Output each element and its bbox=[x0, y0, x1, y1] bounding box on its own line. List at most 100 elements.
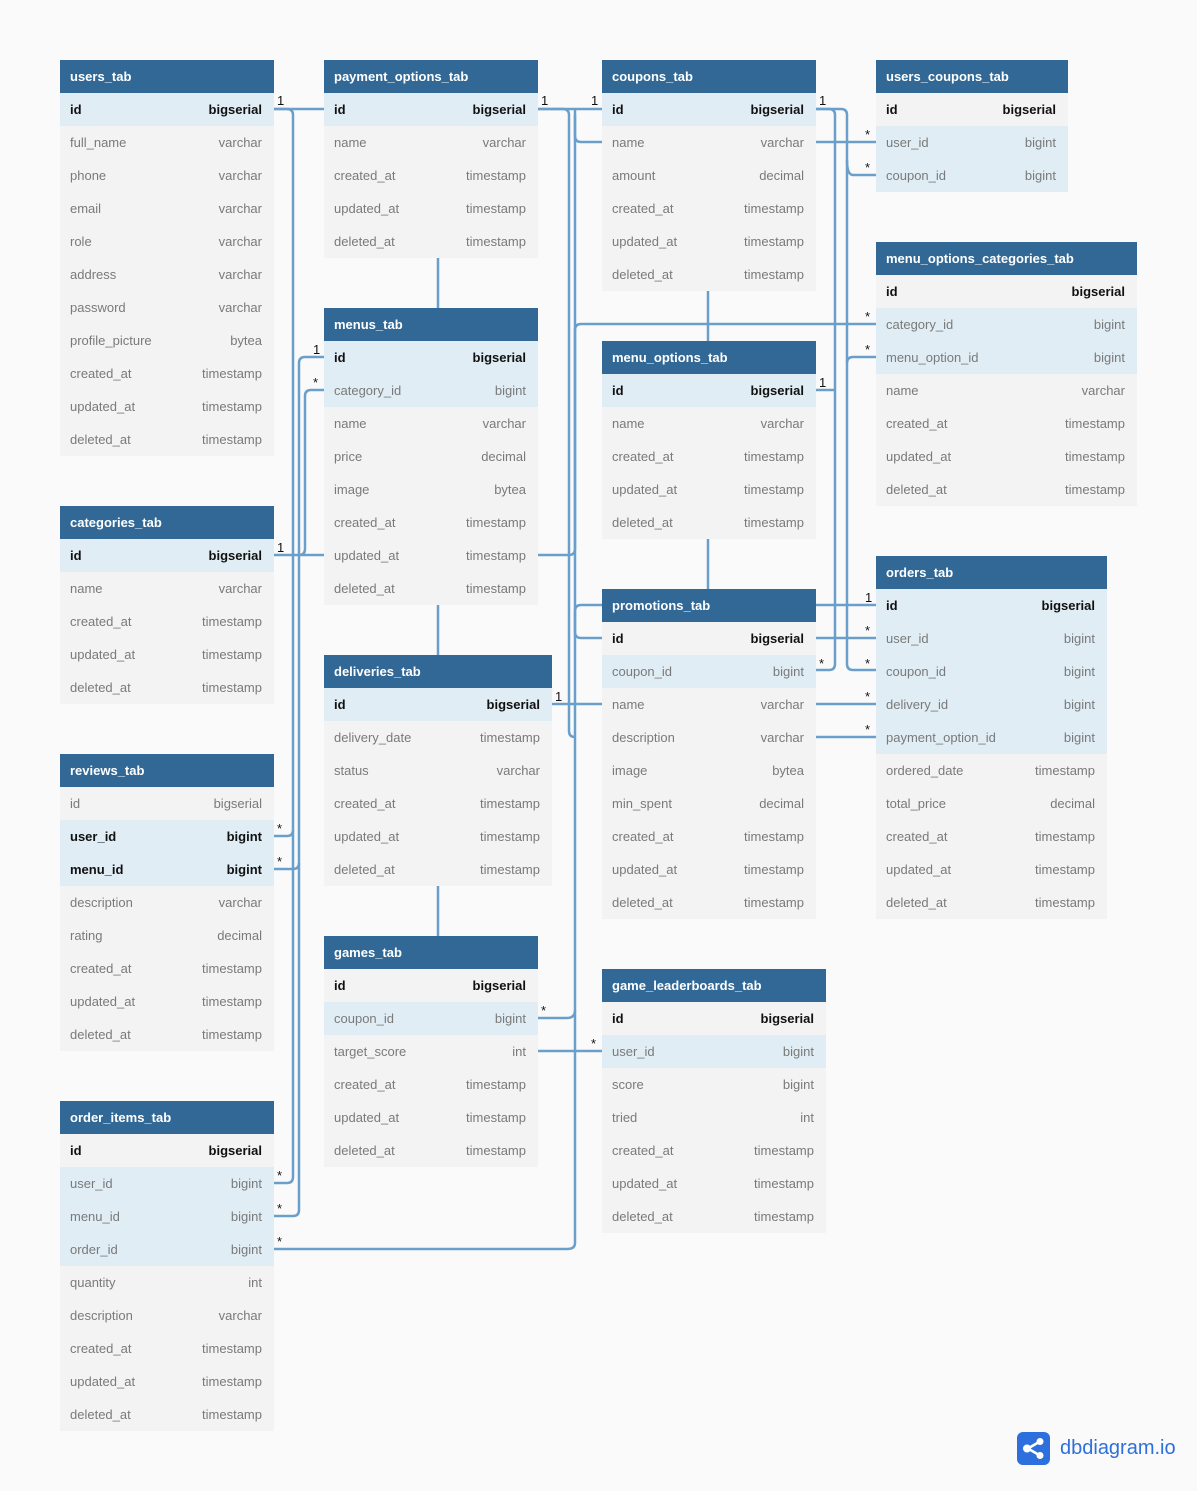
table-field-row[interactable]: id bigserial bbox=[60, 539, 274, 572]
table-field-row[interactable]: id bigserial bbox=[60, 1134, 274, 1167]
table-users-tab[interactable]: users_tab id bigserial full_name varchar phon… bbox=[60, 60, 274, 456]
table-header[interactable]: categories_tab bbox=[60, 506, 274, 539]
table-field-row[interactable]: quantity int bbox=[60, 1266, 274, 1299]
table-field-row[interactable]: id bigserial bbox=[324, 93, 538, 126]
table-header[interactable]: orders_tab bbox=[876, 556, 1107, 589]
table-field-row[interactable]: image bytea bbox=[602, 754, 816, 787]
table-header[interactable]: deliveries_tab bbox=[324, 655, 552, 688]
diagram-canvas[interactable]: users_tab id bigserial full_name varchar phon… bbox=[0, 0, 1197, 1491]
table-field-row[interactable]: min_spent decimal bbox=[602, 787, 816, 820]
table-order-items-tab[interactable]: order_items_tab id bigserial user_id bigint m… bbox=[60, 1101, 274, 1431]
table-field-row[interactable]: ordered_date timestamp bbox=[876, 754, 1107, 787]
table-field-row[interactable]: image bytea bbox=[324, 473, 538, 506]
table-header[interactable]: promotions_tab bbox=[602, 589, 816, 622]
table-field-row[interactable]: id bigserial bbox=[602, 622, 816, 655]
table-field-row[interactable]: order_id bigint bbox=[60, 1233, 274, 1266]
table-header[interactable]: users_tab bbox=[60, 60, 274, 93]
table-orders-tab[interactable]: orders_tab id bigserial user_id bigint coupon… bbox=[876, 556, 1107, 919]
table-reviews-tab[interactable]: reviews_tab id bigserial user_id bigint menu_… bbox=[60, 754, 274, 1051]
table-field-row[interactable]: description varchar bbox=[60, 1299, 274, 1332]
table-field-row[interactable]: updated_at timestamp bbox=[602, 225, 816, 258]
table-header[interactable]: menu_options_categories_tab bbox=[876, 242, 1137, 275]
table-field-row[interactable]: full_name varchar bbox=[60, 126, 274, 159]
table-field-row[interactable]: tried int bbox=[602, 1101, 826, 1134]
table-field-row[interactable]: id bigserial bbox=[324, 969, 538, 1002]
table-field-row[interactable]: email varchar bbox=[60, 192, 274, 225]
table-field-row[interactable]: deleted_at timestamp bbox=[602, 1200, 826, 1233]
table-field-row[interactable]: updated_at timestamp bbox=[60, 390, 274, 423]
table-field-row[interactable]: user_id bigint bbox=[876, 622, 1107, 655]
table-field-row[interactable]: created_at timestamp bbox=[602, 820, 816, 853]
table-field-row[interactable]: coupon_id bigint bbox=[324, 1002, 538, 1035]
table-field-row[interactable]: name varchar bbox=[602, 688, 816, 721]
table-field-row[interactable]: id bigserial bbox=[60, 787, 274, 820]
table-field-row[interactable]: deleted_at timestamp bbox=[324, 572, 538, 605]
table-field-row[interactable]: created_at timestamp bbox=[602, 192, 816, 225]
table-field-row[interactable]: menu_id bigint bbox=[60, 1200, 274, 1233]
table-promotions-tab[interactable]: promotions_tab id bigserial coupon_id bigint… bbox=[602, 589, 816, 919]
table-field-row[interactable]: updated_at timestamp bbox=[324, 1101, 538, 1134]
table-field-row[interactable]: id bigserial bbox=[324, 688, 552, 721]
table-field-row[interactable]: score bigint bbox=[602, 1068, 826, 1101]
table-field-row[interactable]: created_at timestamp bbox=[876, 820, 1107, 853]
table-field-row[interactable]: price decimal bbox=[324, 440, 538, 473]
table-header[interactable]: coupons_tab bbox=[602, 60, 816, 93]
table-header[interactable]: menu_options_tab bbox=[602, 341, 816, 374]
table-field-row[interactable]: rating decimal bbox=[60, 919, 274, 952]
table-field-row[interactable]: created_at timestamp bbox=[602, 1134, 826, 1167]
table-field-row[interactable]: updated_at timestamp bbox=[876, 440, 1137, 473]
table-field-row[interactable]: deleted_at timestamp bbox=[324, 225, 538, 258]
table-header[interactable]: games_tab bbox=[324, 936, 538, 969]
table-header[interactable]: users_coupons_tab bbox=[876, 60, 1068, 93]
table-field-row[interactable]: user_id bigint bbox=[876, 126, 1068, 159]
table-header[interactable]: payment_options_tab bbox=[324, 60, 538, 93]
table-header[interactable]: order_items_tab bbox=[60, 1101, 274, 1134]
table-header[interactable]: menus_tab bbox=[324, 308, 538, 341]
table-field-row[interactable]: coupon_id bigint bbox=[876, 655, 1107, 688]
table-menus-tab[interactable]: menus_tab id bigserial category_id bigint nam… bbox=[324, 308, 538, 605]
table-field-row[interactable]: deleted_at timestamp bbox=[60, 423, 274, 456]
table-field-row[interactable]: updated_at timestamp bbox=[324, 539, 538, 572]
table-field-row[interactable]: deleted_at timestamp bbox=[602, 506, 816, 539]
table-field-row[interactable]: created_at timestamp bbox=[60, 1332, 274, 1365]
table-menu-options-categories-tab[interactable]: menu_options_categories_tab id bigserial ca… bbox=[876, 242, 1137, 506]
table-field-row[interactable]: created_at timestamp bbox=[60, 357, 274, 390]
table-field-row[interactable]: id bigserial bbox=[324, 341, 538, 374]
table-field-row[interactable]: id bigserial bbox=[876, 589, 1107, 622]
table-field-row[interactable]: status varchar bbox=[324, 754, 552, 787]
table-field-row[interactable]: updated_at timestamp bbox=[324, 820, 552, 853]
table-menu-options-tab[interactable]: menu_options_tab id bigserial name varchar cr… bbox=[602, 341, 816, 539]
table-field-row[interactable]: deleted_at timestamp bbox=[876, 886, 1107, 919]
table-field-row[interactable]: id bigserial bbox=[876, 93, 1068, 126]
table-field-row[interactable]: deleted_at timestamp bbox=[60, 1398, 274, 1431]
table-header[interactable]: reviews_tab bbox=[60, 754, 274, 787]
table-game-leaderboards-tab[interactable]: game_leaderboards_tab id bigserial user_id b… bbox=[602, 969, 826, 1233]
table-field-row[interactable]: profile_picture bytea bbox=[60, 324, 274, 357]
table-categories-tab[interactable]: categories_tab id bigserial name varchar crea… bbox=[60, 506, 274, 704]
table-field-row[interactable]: name varchar bbox=[324, 407, 538, 440]
table-field-row[interactable]: updated_at timestamp bbox=[60, 985, 274, 1018]
table-field-row[interactable]: user_id bigint bbox=[60, 820, 274, 853]
table-field-row[interactable]: updated_at timestamp bbox=[602, 473, 816, 506]
table-field-row[interactable]: delivery_date timestamp bbox=[324, 721, 552, 754]
table-field-row[interactable]: created_at timestamp bbox=[324, 159, 538, 192]
table-field-row[interactable]: deleted_at timestamp bbox=[324, 853, 552, 886]
table-field-row[interactable]: name varchar bbox=[602, 126, 816, 159]
table-payment-options-tab[interactable]: payment_options_tab id bigserial name varcha… bbox=[324, 60, 538, 258]
table-field-row[interactable]: name varchar bbox=[324, 126, 538, 159]
table-header[interactable]: game_leaderboards_tab bbox=[602, 969, 826, 1002]
table-field-row[interactable]: address varchar bbox=[60, 258, 274, 291]
table-field-row[interactable]: name varchar bbox=[876, 374, 1137, 407]
table-field-row[interactable]: created_at timestamp bbox=[60, 952, 274, 985]
table-field-row[interactable]: id bigserial bbox=[60, 93, 274, 126]
table-field-row[interactable]: created_at timestamp bbox=[324, 506, 538, 539]
table-field-row[interactable]: updated_at timestamp bbox=[60, 638, 274, 671]
table-field-row[interactable]: coupon_id bigint bbox=[602, 655, 816, 688]
table-field-row[interactable]: category_id bigint bbox=[876, 308, 1137, 341]
table-field-row[interactable]: created_at timestamp bbox=[602, 440, 816, 473]
table-field-row[interactable]: user_id bigint bbox=[60, 1167, 274, 1200]
table-field-row[interactable]: coupon_id bigint bbox=[876, 159, 1068, 192]
table-field-row[interactable]: description varchar bbox=[60, 886, 274, 919]
table-field-row[interactable]: id bigserial bbox=[602, 93, 816, 126]
table-field-row[interactable]: target_score int bbox=[324, 1035, 538, 1068]
